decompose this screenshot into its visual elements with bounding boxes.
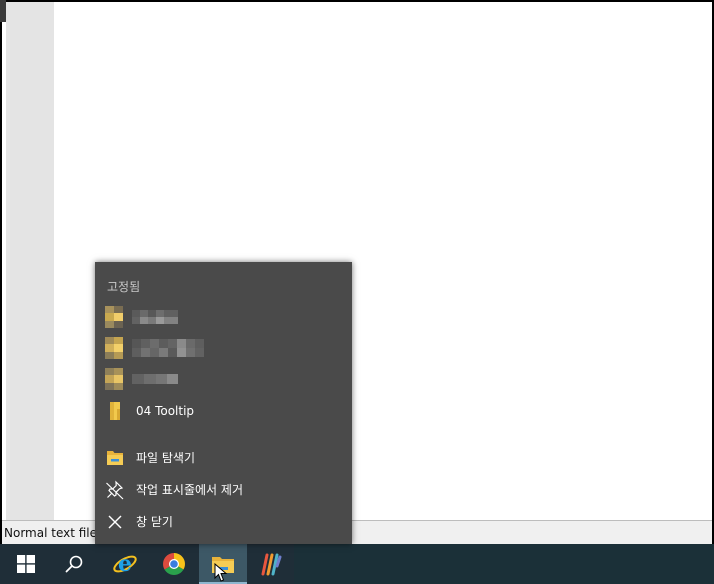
taskbar-empty-area (294, 544, 714, 584)
app-button[interactable] (248, 544, 296, 584)
svg-text:e: e (118, 551, 132, 577)
taskbar-jump-list: 고정됨 04 Tooltip 파일 탐색기 작업 표시줄에서 제거 창 닫기 (95, 262, 352, 544)
file-explorer-button[interactable] (199, 544, 247, 584)
unpin-icon (106, 480, 124, 500)
chrome-button[interactable] (150, 544, 198, 584)
pinned-item-label: 04 Tooltip (136, 404, 195, 418)
redacted-label (132, 310, 178, 324)
colorful-bars-app-icon (261, 553, 282, 576)
pinned-item-04-tooltip[interactable]: 04 Tooltip (95, 396, 352, 426)
line-number-gutter (6, 2, 54, 520)
windows-logo-icon (17, 555, 35, 573)
folder-icon (105, 337, 123, 359)
task-label: 파일 탐색기 (136, 450, 196, 465)
redacted-label (132, 374, 178, 384)
pinned-section-header: 고정됨 (107, 280, 141, 294)
task-label: 작업 표시줄에서 제거 (136, 482, 243, 497)
task-file-explorer[interactable]: 파일 탐색기 (95, 442, 352, 472)
task-close-window[interactable]: 창 닫기 (95, 506, 352, 536)
internet-explorer-button[interactable]: e (101, 544, 149, 584)
chrome-icon (163, 553, 185, 575)
file-type-label: Normal text file (4, 526, 98, 540)
pinned-item[interactable] (95, 302, 352, 332)
mouse-cursor-icon (214, 563, 228, 582)
pinned-item[interactable] (95, 364, 352, 394)
folder-icon (105, 368, 123, 390)
redacted-label (132, 339, 204, 357)
close-icon (108, 515, 122, 529)
folder-icon (105, 306, 123, 328)
pinned-item[interactable] (95, 333, 352, 363)
file-explorer-icon (107, 451, 123, 465)
start-button[interactable] (2, 544, 50, 584)
task-label: 창 닫기 (136, 514, 173, 529)
internet-explorer-icon: e (113, 551, 137, 577)
folder-icon (110, 402, 120, 420)
task-unpin-from-taskbar[interactable]: 작업 표시줄에서 제거 (95, 474, 352, 504)
search-button[interactable] (50, 544, 98, 584)
search-icon (65, 555, 83, 573)
